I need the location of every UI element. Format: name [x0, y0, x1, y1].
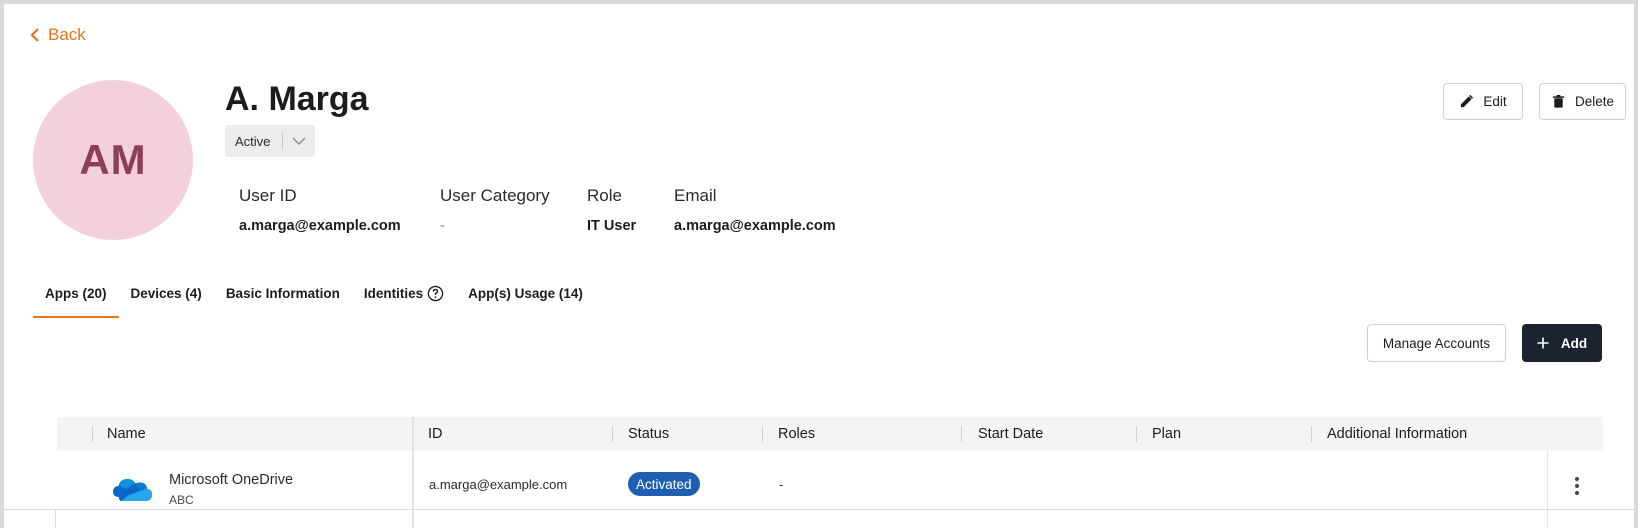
tab-app-usage[interactable]: App(s) Usage (14) [456, 282, 595, 318]
status-badge: Activated [628, 472, 700, 496]
edit-button[interactable]: Edit [1443, 83, 1523, 120]
header-separator [961, 426, 962, 442]
status-value: Active [235, 133, 271, 149]
status-dropdown[interactable]: Active [225, 125, 315, 157]
tab-bar: Apps (20) Devices (4) Basic Information … [33, 282, 595, 318]
tab-identities[interactable]: Identities [352, 282, 456, 318]
row-id: a.marga@example.com [429, 477, 568, 492]
column-header-start-date[interactable]: Start Date [978, 417, 1043, 451]
onedrive-cloud-icon [113, 479, 152, 501]
delete-button[interactable]: Delete [1539, 83, 1626, 120]
tab-basic-information[interactable]: Basic Information [214, 282, 352, 318]
add-button[interactable]: Add [1522, 324, 1602, 362]
row-menu-divider [1547, 451, 1548, 528]
manage-accounts-label: Manage Accounts [1382, 335, 1491, 351]
user-category-value: - [440, 218, 445, 234]
header-separator [1311, 426, 1312, 442]
column-header-plan[interactable]: Plan [1152, 417, 1181, 451]
bottom-divider [0, 509, 1638, 510]
tab-apps-label: Apps (20) [45, 286, 107, 301]
tab-identities-label: Identities [363, 286, 424, 301]
header-separator [612, 426, 613, 442]
chevron-down-icon[interactable] [283, 136, 315, 146]
user-id-value: a.marga@example.com [239, 218, 401, 234]
row-roles: - [779, 477, 784, 492]
avatar-initials: AM [79, 136, 147, 183]
apps-table: Name ID Status Roles Start Date Plan Add… [57, 417, 1603, 528]
email-value: a.marga@example.com [674, 218, 836, 234]
header-separator [762, 426, 763, 442]
trash-icon [1552, 94, 1565, 108]
manage-accounts-button[interactable]: Manage Accounts [1367, 324, 1506, 362]
help-circle-icon[interactable] [427, 285, 444, 302]
tab-basic-information-label: Basic Information [225, 286, 340, 301]
column-header-status[interactable]: Status [628, 417, 669, 451]
tab-devices-label: Devices (4) [130, 286, 202, 301]
column-header-roles[interactable]: Roles [778, 417, 815, 451]
role-value: IT User [587, 218, 637, 234]
column-header-id[interactable]: ID [428, 417, 443, 451]
column-header-additional-information[interactable]: Additional Information [1327, 417, 1467, 451]
edit-label: Edit [1483, 94, 1507, 109]
plus-icon [1537, 337, 1549, 349]
avatar: AM [33, 80, 193, 240]
column-header-name[interactable]: Name [107, 417, 146, 451]
table-row[interactable]: Microsoft OneDrive ABC a.marga@example.c… [57, 451, 1603, 528]
bottom-corner-mark [0, 509, 56, 528]
tab-devices[interactable]: Devices (4) [119, 282, 214, 318]
tab-apps[interactable]: Apps (20) [33, 282, 119, 318]
app-subtitle: ABC [169, 493, 194, 507]
pencil-icon [1461, 94, 1474, 108]
header-separator [92, 426, 93, 442]
window-frame-right [1634, 0, 1638, 528]
back-link[interactable]: Back [30, 25, 86, 45]
delete-label: Delete [1574, 94, 1615, 109]
app-name[interactable]: Microsoft OneDrive [169, 472, 293, 488]
back-label: Back [48, 25, 86, 44]
tab-app-usage-label: App(s) Usage (14) [468, 286, 583, 301]
email-label: Email [674, 186, 717, 205]
add-label: Add [1560, 335, 1588, 351]
table-header: Name ID Status Roles Start Date Plan Add… [57, 417, 1603, 451]
user-category-label: User Category [440, 186, 550, 205]
chevron-left-icon [30, 28, 39, 42]
page-title: A. Marga [225, 80, 369, 118]
role-label: Role [587, 186, 622, 205]
status-badge-label: Activated [636, 476, 692, 492]
header-separator [1136, 426, 1137, 442]
row-more-options-icon[interactable] [1567, 471, 1587, 501]
user-id-label: User ID [239, 186, 297, 205]
